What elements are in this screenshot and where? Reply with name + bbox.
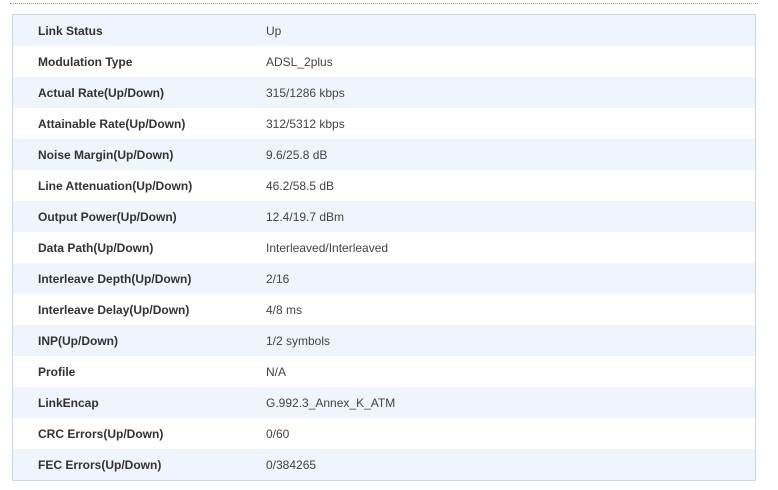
row-label: CRC Errors(Up/Down) (38, 426, 164, 441)
table-row-link-encap: LinkEncap G.992.3_Annex_K_ATM (13, 387, 755, 418)
row-value: 9.6/25.8 dB (266, 147, 328, 162)
row-value: Interleaved/Interleaved (266, 240, 389, 255)
row-value: 0/60 (266, 426, 290, 441)
row-value: Up (266, 23, 282, 38)
row-label: Interleave Depth(Up/Down) (38, 271, 192, 286)
row-value: 0/384265 (266, 457, 317, 472)
table-row-crc-errors: CRC Errors(Up/Down) 0/60 (13, 418, 755, 449)
table-row-output-power: Output Power(Up/Down) 12.4/19.7 dBm (13, 201, 755, 232)
row-value: 2/16 (266, 271, 290, 286)
row-label: Line Attenuation(Up/Down) (38, 178, 193, 193)
row-label: FEC Errors(Up/Down) (38, 457, 162, 472)
row-value: ADSL_2plus (266, 54, 333, 69)
row-value: N/A (266, 364, 287, 379)
top-divider (10, 3, 758, 4)
table-row-noise-margin: Noise Margin(Up/Down) 9.6/25.8 dB (13, 139, 755, 170)
row-label: LinkEncap (38, 395, 99, 410)
row-value: 4/8 ms (266, 302, 303, 317)
row-value: 315/1286 kbps (266, 85, 345, 100)
row-label: Actual Rate(Up/Down) (38, 85, 164, 100)
row-value: 1/2 symbols (266, 333, 331, 348)
table-row-link-status: Link Status Up (13, 15, 755, 46)
row-label: Interleave Delay(Up/Down) (38, 302, 190, 317)
row-label: Modulation Type (38, 54, 133, 69)
table-row-line-attenuation: Line Attenuation(Up/Down) 46.2/58.5 dB (13, 170, 755, 201)
table-row-fec-errors: FEC Errors(Up/Down) 0/384265 (13, 449, 755, 480)
row-value: G.992.3_Annex_K_ATM (266, 395, 396, 410)
table-row-attainable-rate: Attainable Rate(Up/Down) 312/5312 kbps (13, 108, 755, 139)
row-label: Profile (38, 364, 76, 379)
row-label: Link Status (38, 23, 103, 38)
table-row-interleave-delay: Interleave Delay(Up/Down) 4/8 ms (13, 294, 755, 325)
row-label: Output Power(Up/Down) (38, 209, 177, 224)
row-label: INP(Up/Down) (38, 333, 118, 348)
table-row-interleave-depth: Interleave Depth(Up/Down) 2/16 (13, 263, 755, 294)
row-value: 312/5312 kbps (266, 116, 345, 131)
row-label: Noise Margin(Up/Down) (38, 147, 174, 162)
table-row-inp: INP(Up/Down) 1/2 symbols (13, 325, 755, 356)
table-row-modulation-type: Modulation Type ADSL_2plus (13, 46, 755, 77)
table-row-data-path: Data Path(Up/Down) Interleaved/Interleav… (13, 232, 755, 263)
dsl-status-table: Link Status Up Modulation Type ADSL_2plu… (12, 14, 756, 481)
table-row-actual-rate: Actual Rate(Up/Down) 315/1286 kbps (13, 77, 755, 108)
row-label: Data Path(Up/Down) (38, 240, 154, 255)
row-label: Attainable Rate(Up/Down) (38, 116, 186, 131)
row-value: 46.2/58.5 dB (266, 178, 335, 193)
table-row-profile: Profile N/A (13, 356, 755, 387)
row-value: 12.4/19.7 dBm (266, 209, 345, 224)
